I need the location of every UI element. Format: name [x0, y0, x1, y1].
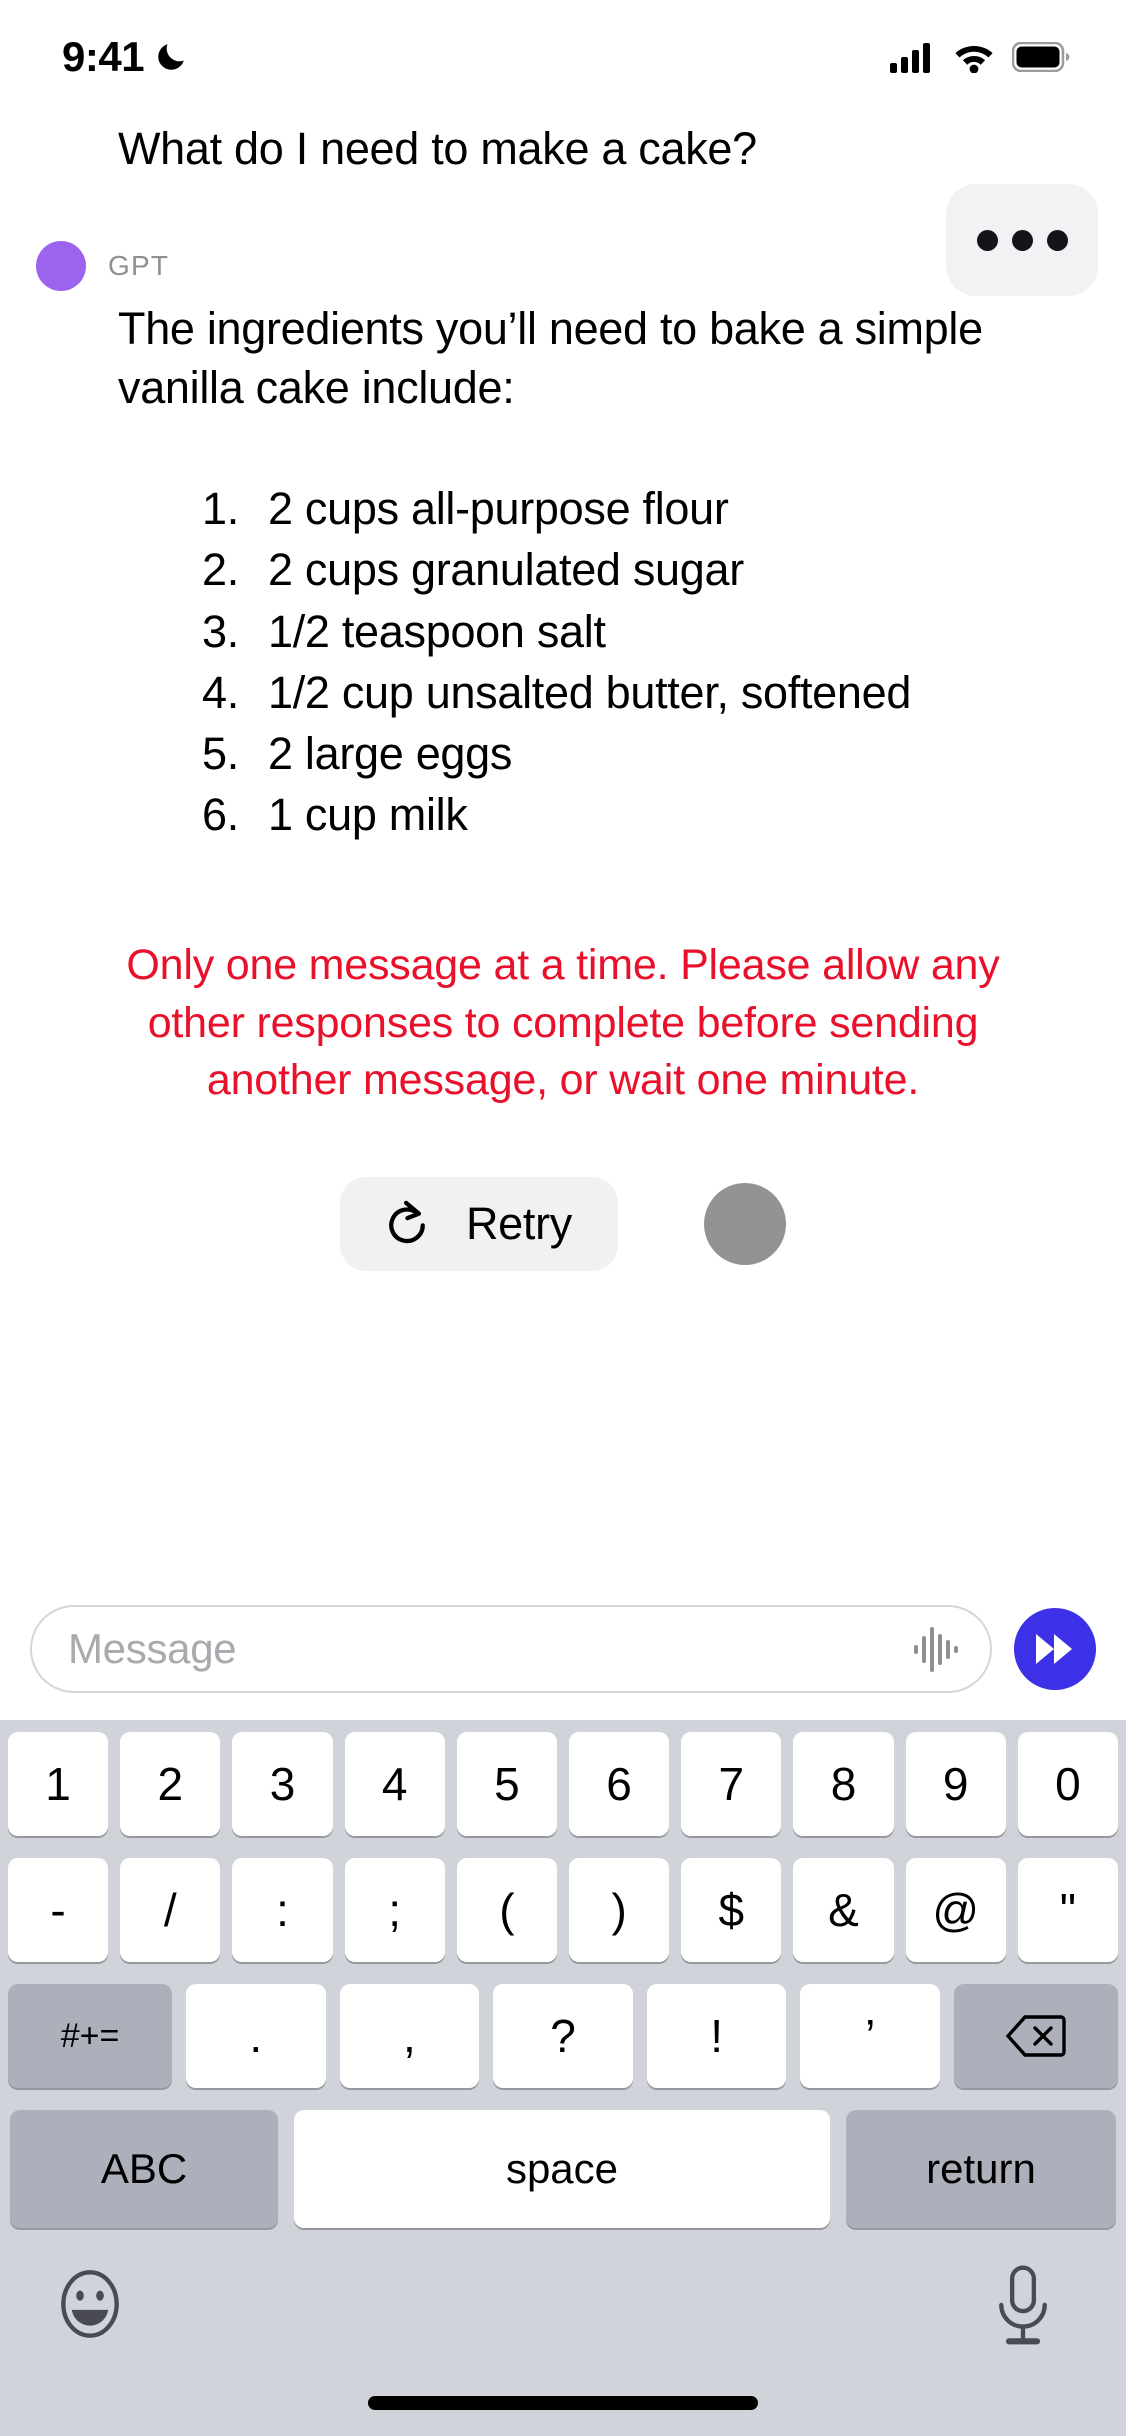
list-item-number: 3. — [202, 605, 239, 657]
list-item-number: 1. — [202, 483, 239, 535]
list-item-number: 5. — [202, 727, 239, 779]
key-quote[interactable]: " — [1017, 1858, 1119, 1962]
keyboard: 1 2 3 4 5 6 7 8 9 0 - / : ; ( ) $ & @ " … — [0, 1720, 1126, 2436]
user-message-text: What do I need to make a cake? — [118, 123, 757, 174]
list-item-number: 2. — [202, 544, 239, 596]
status-time: 9:41 — [62, 33, 145, 80]
key-3[interactable]: 3 — [232, 1732, 333, 1836]
user-message-row: What do I need to make a cake? — [0, 96, 1126, 179]
list-item: 3. 1/2 teaspoon salt — [202, 601, 1066, 662]
action-row: Retry — [0, 1176, 1126, 1271]
key-2[interactable]: 2 — [120, 1732, 221, 1836]
key-slash[interactable]: / — [120, 1858, 221, 1962]
retry-button[interactable]: Retry — [339, 1176, 618, 1271]
assistant-message: The ingredients you’ll need to bake a si… — [0, 291, 1126, 846]
phone-screen: 9:41 What do I need to make a cake? GPT … — [0, 0, 1126, 2436]
key-6[interactable]: 6 — [569, 1732, 670, 1836]
list-item-number: 6. — [202, 789, 239, 841]
key-8[interactable]: 8 — [793, 1732, 894, 1836]
assistant-paragraph: The ingredients you’ll need to bake a si… — [118, 302, 983, 414]
key-apostrophe[interactable]: ’ — [800, 1984, 940, 2088]
keyboard-row-punctuation: #+= . , ? ! ’ — [0, 1984, 1126, 2088]
send-button[interactable] — [1014, 1608, 1096, 1690]
key-symbols-toggle[interactable]: #+= — [8, 1984, 173, 2088]
backspace-icon — [1005, 2015, 1066, 2057]
microphone-icon[interactable] — [992, 2264, 1054, 2352]
key-comma[interactable]: , — [339, 1984, 480, 2088]
list-item: 5. 2 large eggs — [202, 723, 1066, 784]
list-item: 2. 2 cups granulated sugar — [202, 539, 1066, 600]
key-5[interactable]: 5 — [456, 1732, 557, 1836]
cellular-signal-icon — [890, 43, 930, 73]
list-item: 1. 2 cups all-purpose flour — [202, 478, 1066, 539]
typing-dot-2 — [1011, 229, 1033, 251]
key-semicolon[interactable]: ; — [344, 1858, 445, 1962]
key-colon[interactable]: : — [232, 1858, 333, 1962]
list-item: 4. 1/2 cup unsalted butter, softened — [202, 662, 1066, 723]
list-item-label: 1/2 teaspoon salt — [268, 605, 606, 657]
double-chevron-forward-icon — [1036, 1634, 1072, 1664]
key-question[interactable]: ? — [493, 1984, 633, 2088]
list-item-label: 2 cups all-purpose flour — [268, 483, 729, 535]
message-input[interactable]: Message — [30, 1605, 992, 1693]
list-item-label: 2 cups granulated sugar — [268, 544, 744, 596]
keyboard-row-numbers: 1 2 3 4 5 6 7 8 9 0 — [0, 1732, 1126, 1836]
key-space[interactable]: space — [294, 2110, 830, 2228]
status-bar-left: 9:41 — [62, 33, 188, 81]
wifi-icon — [955, 46, 993, 73]
assistant-name: GPT — [108, 249, 170, 281]
key-1[interactable]: 1 — [7, 1732, 109, 1836]
placeholder-circle[interactable] — [704, 1182, 786, 1265]
list-item-number: 4. — [202, 666, 239, 718]
key-return[interactable]: return — [846, 2110, 1116, 2228]
key-hyphen[interactable]: - — [7, 1858, 109, 1962]
list-item-label: 1 cup milk — [268, 789, 468, 841]
key-7[interactable]: 7 — [681, 1732, 782, 1836]
key-0[interactable]: 0 — [1017, 1732, 1119, 1836]
key-period[interactable]: . — [186, 1984, 326, 2088]
key-4[interactable]: 4 — [344, 1732, 445, 1836]
emoji-smiley-icon[interactable] — [50, 2264, 130, 2344]
key-ampersand[interactable]: & — [793, 1858, 894, 1962]
typing-dot-1 — [976, 229, 998, 251]
audio-waveform-icon[interactable] — [912, 1621, 962, 1677]
keyboard-row-bottom: ABC space return — [0, 2110, 1126, 2228]
key-backspace[interactable] — [953, 1984, 1118, 2088]
list-item: 6. 1 cup milk — [202, 784, 1066, 845]
typing-indicator[interactable] — [946, 184, 1098, 296]
key-paren-open[interactable]: ( — [456, 1858, 557, 1962]
key-dollar[interactable]: $ — [681, 1858, 782, 1962]
key-9[interactable]: 9 — [905, 1732, 1006, 1836]
battery-full-icon — [1012, 42, 1070, 72]
status-bar: 9:41 — [0, 0, 1126, 96]
list-item-label: 1/2 cup unsalted butter, softened — [268, 666, 912, 718]
ingredients-list: 1. 2 cups all-purpose flour 2. 2 cups gr… — [118, 478, 1066, 845]
key-exclamation[interactable]: ! — [646, 1984, 787, 2088]
retry-button-label: Retry — [465, 1197, 572, 1249]
typing-dot-3 — [1046, 229, 1068, 251]
avatar — [36, 240, 86, 291]
status-bar-right — [890, 41, 1070, 73]
key-paren-close[interactable]: ) — [569, 1858, 670, 1962]
error-message: Only one message at a time. Please allow… — [126, 941, 1000, 1104]
key-at[interactable]: @ — [905, 1858, 1006, 1962]
conversation-area: What do I need to make a cake? GPT The i… — [0, 96, 1126, 1596]
keyboard-footer — [0, 2246, 1126, 2396]
home-indicator-area — [0, 2396, 1126, 2436]
refresh-icon — [389, 1200, 425, 1243]
keyboard-row-symbols: - / : ; ( ) $ & @ " — [0, 1858, 1126, 1962]
crescent-moon-icon — [158, 44, 184, 70]
message-input-bar: Message — [0, 1596, 1126, 1720]
key-abc[interactable]: ABC — [10, 2110, 278, 2228]
message-input-placeholder: Message — [68, 1625, 237, 1672]
home-indicator[interactable] — [368, 2396, 758, 2410]
list-item-label: 2 large eggs — [268, 727, 513, 779]
